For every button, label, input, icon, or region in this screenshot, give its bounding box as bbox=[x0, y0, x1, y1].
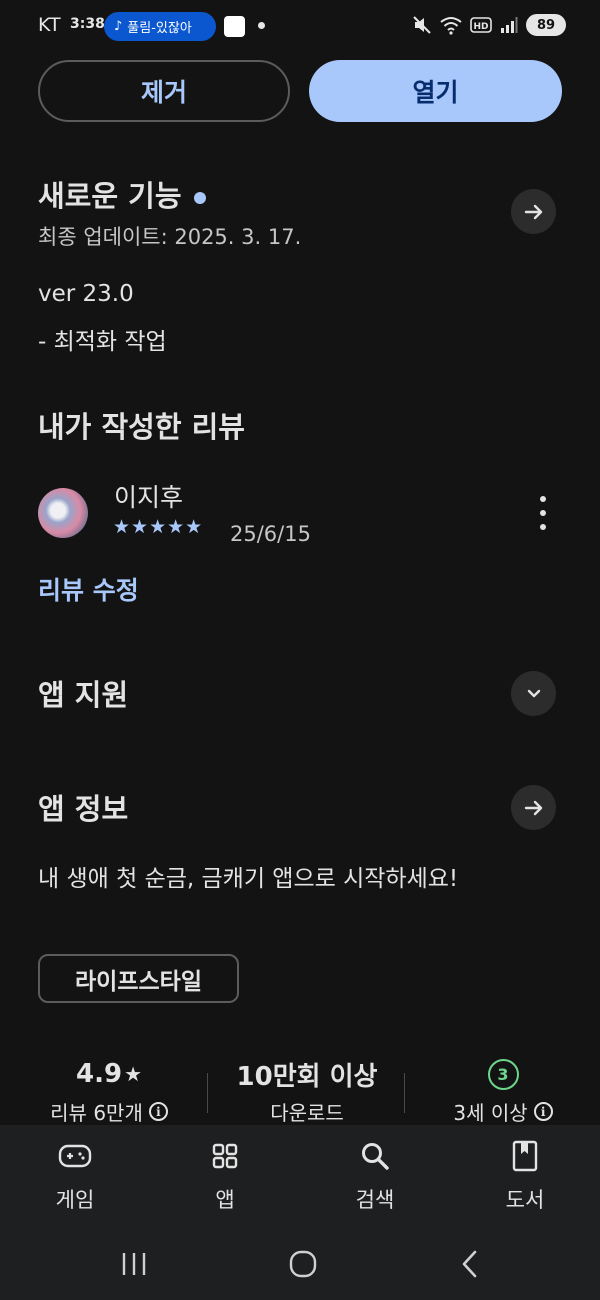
nav-label-books: 도서 bbox=[505, 1188, 545, 1212]
star-icon: ★ bbox=[124, 1062, 142, 1086]
back-button[interactable] bbox=[450, 1248, 490, 1280]
gamepad-icon bbox=[57, 1138, 93, 1174]
rating-stat: 4.9 ★ 리뷰 6만개 i bbox=[34, 1055, 184, 1126]
info-icon: i bbox=[533, 1102, 553, 1121]
svg-text:HD: HD bbox=[473, 22, 488, 32]
battery-indicator: 89 bbox=[526, 14, 566, 36]
rating-stars: ★★★★★ bbox=[113, 516, 204, 538]
nav-label-search: 검색 bbox=[355, 1188, 395, 1212]
review-more-options-button[interactable] bbox=[532, 496, 554, 530]
wifi-icon bbox=[440, 17, 462, 35]
battery-level: 89 bbox=[536, 17, 556, 33]
open-button-label: 열기 bbox=[412, 78, 459, 107]
app-info-title: 앱 정보 bbox=[38, 792, 129, 826]
system-navigation-bar bbox=[0, 1228, 600, 1300]
rating-value: 4.9 bbox=[76, 1059, 123, 1089]
rating-value-row: 4.9 ★ bbox=[34, 1055, 184, 1093]
nav-label-games: 게임 bbox=[55, 1188, 95, 1212]
remove-button[interactable]: 제거 bbox=[38, 60, 290, 122]
system-status-icons: HD 89 bbox=[412, 14, 566, 36]
status-bar: KT 3:38 ♪ 풀림-있잖아 HD 89 bbox=[0, 0, 600, 52]
carrier-label: KT bbox=[38, 14, 61, 36]
age-rating-row[interactable]: 3세 이상 i bbox=[428, 1097, 578, 1126]
book-icon bbox=[507, 1138, 543, 1174]
nav-item-games[interactable]: 게임 bbox=[0, 1125, 150, 1228]
nav-item-apps[interactable]: 앱 bbox=[150, 1125, 300, 1228]
chevron-down-icon bbox=[527, 689, 540, 697]
music-note-icon: ♪ bbox=[114, 19, 123, 34]
reviews-count-label: 리뷰 6만개 bbox=[50, 1101, 143, 1125]
category-label: 라이프스타일 bbox=[75, 968, 202, 995]
recent-apps-button[interactable] bbox=[114, 1248, 154, 1280]
bottom-navigation: 게임 앱 검색 도서 bbox=[0, 1125, 600, 1228]
stat-divider bbox=[404, 1073, 405, 1113]
new-indicator-dot-icon bbox=[193, 192, 206, 204]
whats-new-arrow-button[interactable] bbox=[511, 189, 556, 234]
more-vert-dot-icon bbox=[540, 524, 546, 530]
whats-new-header: 새로운 기능 bbox=[38, 173, 206, 215]
more-notifications-dot-icon bbox=[258, 22, 265, 29]
nav-item-search[interactable]: 검색 bbox=[300, 1125, 450, 1228]
downloads-stat: 10만회 이상 다운로드 bbox=[222, 1055, 392, 1126]
app-description: 내 생애 첫 순금, 금캐기 앱으로 시작하세요! bbox=[38, 866, 459, 892]
notification-app-icon bbox=[224, 16, 245, 37]
open-button[interactable]: 열기 bbox=[309, 60, 562, 122]
home-icon bbox=[289, 1250, 317, 1278]
review-date: 25/6/15 bbox=[230, 522, 311, 546]
hd-voice-icon: HD bbox=[470, 17, 492, 33]
downloads-value: 10만회 이상 bbox=[236, 1061, 378, 1092]
version-text: ver 23.0 bbox=[38, 281, 134, 307]
reviewer-name: 이지후 bbox=[114, 483, 184, 512]
age-badge-row: 3 bbox=[428, 1055, 578, 1093]
last-updated: 최종 업데이트: 2025. 3. 17. bbox=[38, 225, 302, 249]
recent-apps-icon bbox=[122, 1253, 146, 1275]
app-support-expand-button[interactable] bbox=[511, 671, 556, 716]
avatar bbox=[38, 488, 88, 538]
app-info-arrow-button[interactable] bbox=[511, 785, 556, 830]
reviews-count-row[interactable]: 리뷰 6만개 i bbox=[34, 1097, 184, 1126]
arrow-right-icon bbox=[524, 800, 542, 815]
home-button[interactable] bbox=[283, 1248, 323, 1280]
remove-button-label: 제거 bbox=[140, 78, 187, 107]
back-chevron-icon bbox=[462, 1250, 477, 1278]
whats-new-title: 새로운 기능 bbox=[38, 179, 182, 213]
clock: 3:38 bbox=[70, 16, 105, 32]
mute-icon bbox=[413, 16, 431, 34]
my-review-title: 내가 작성한 리뷰 bbox=[38, 410, 245, 444]
app-detail-page: KT 3:38 ♪ 풀림-있잖아 HD 89 제거 열기 새로운 기능 최종 업… bbox=[0, 0, 600, 1300]
age-rating-badge-icon: 3 bbox=[487, 1058, 519, 1090]
app-support-title: 앱 지원 bbox=[38, 678, 129, 712]
release-notes: - 최적화 작업 bbox=[38, 329, 167, 355]
age-rating-label: 3세 이상 bbox=[453, 1101, 528, 1125]
stat-divider bbox=[207, 1073, 208, 1113]
search-icon bbox=[357, 1138, 393, 1174]
music-title: 풀림-있잖아 bbox=[127, 21, 192, 36]
arrow-right-icon bbox=[524, 204, 542, 219]
nav-item-books[interactable]: 도서 bbox=[450, 1125, 600, 1228]
age-rating-stat: 3 3세 이상 i bbox=[428, 1055, 578, 1126]
edit-review-link[interactable]: 리뷰 수정 bbox=[38, 571, 139, 607]
age-badge-number: 3 bbox=[497, 1064, 509, 1084]
info-icon: i bbox=[148, 1102, 168, 1121]
apps-grid-icon bbox=[207, 1138, 243, 1174]
more-vert-dot-icon bbox=[540, 496, 546, 502]
nav-label-apps: 앱 bbox=[215, 1188, 235, 1212]
more-vert-dot-icon bbox=[540, 510, 546, 516]
signal-icon bbox=[501, 17, 518, 33]
music-notification-pill[interactable]: ♪ 풀림-있잖아 bbox=[104, 12, 216, 41]
downloads-label: 다운로드 bbox=[270, 1101, 344, 1125]
category-chip[interactable]: 라이프스타일 bbox=[38, 954, 239, 1003]
